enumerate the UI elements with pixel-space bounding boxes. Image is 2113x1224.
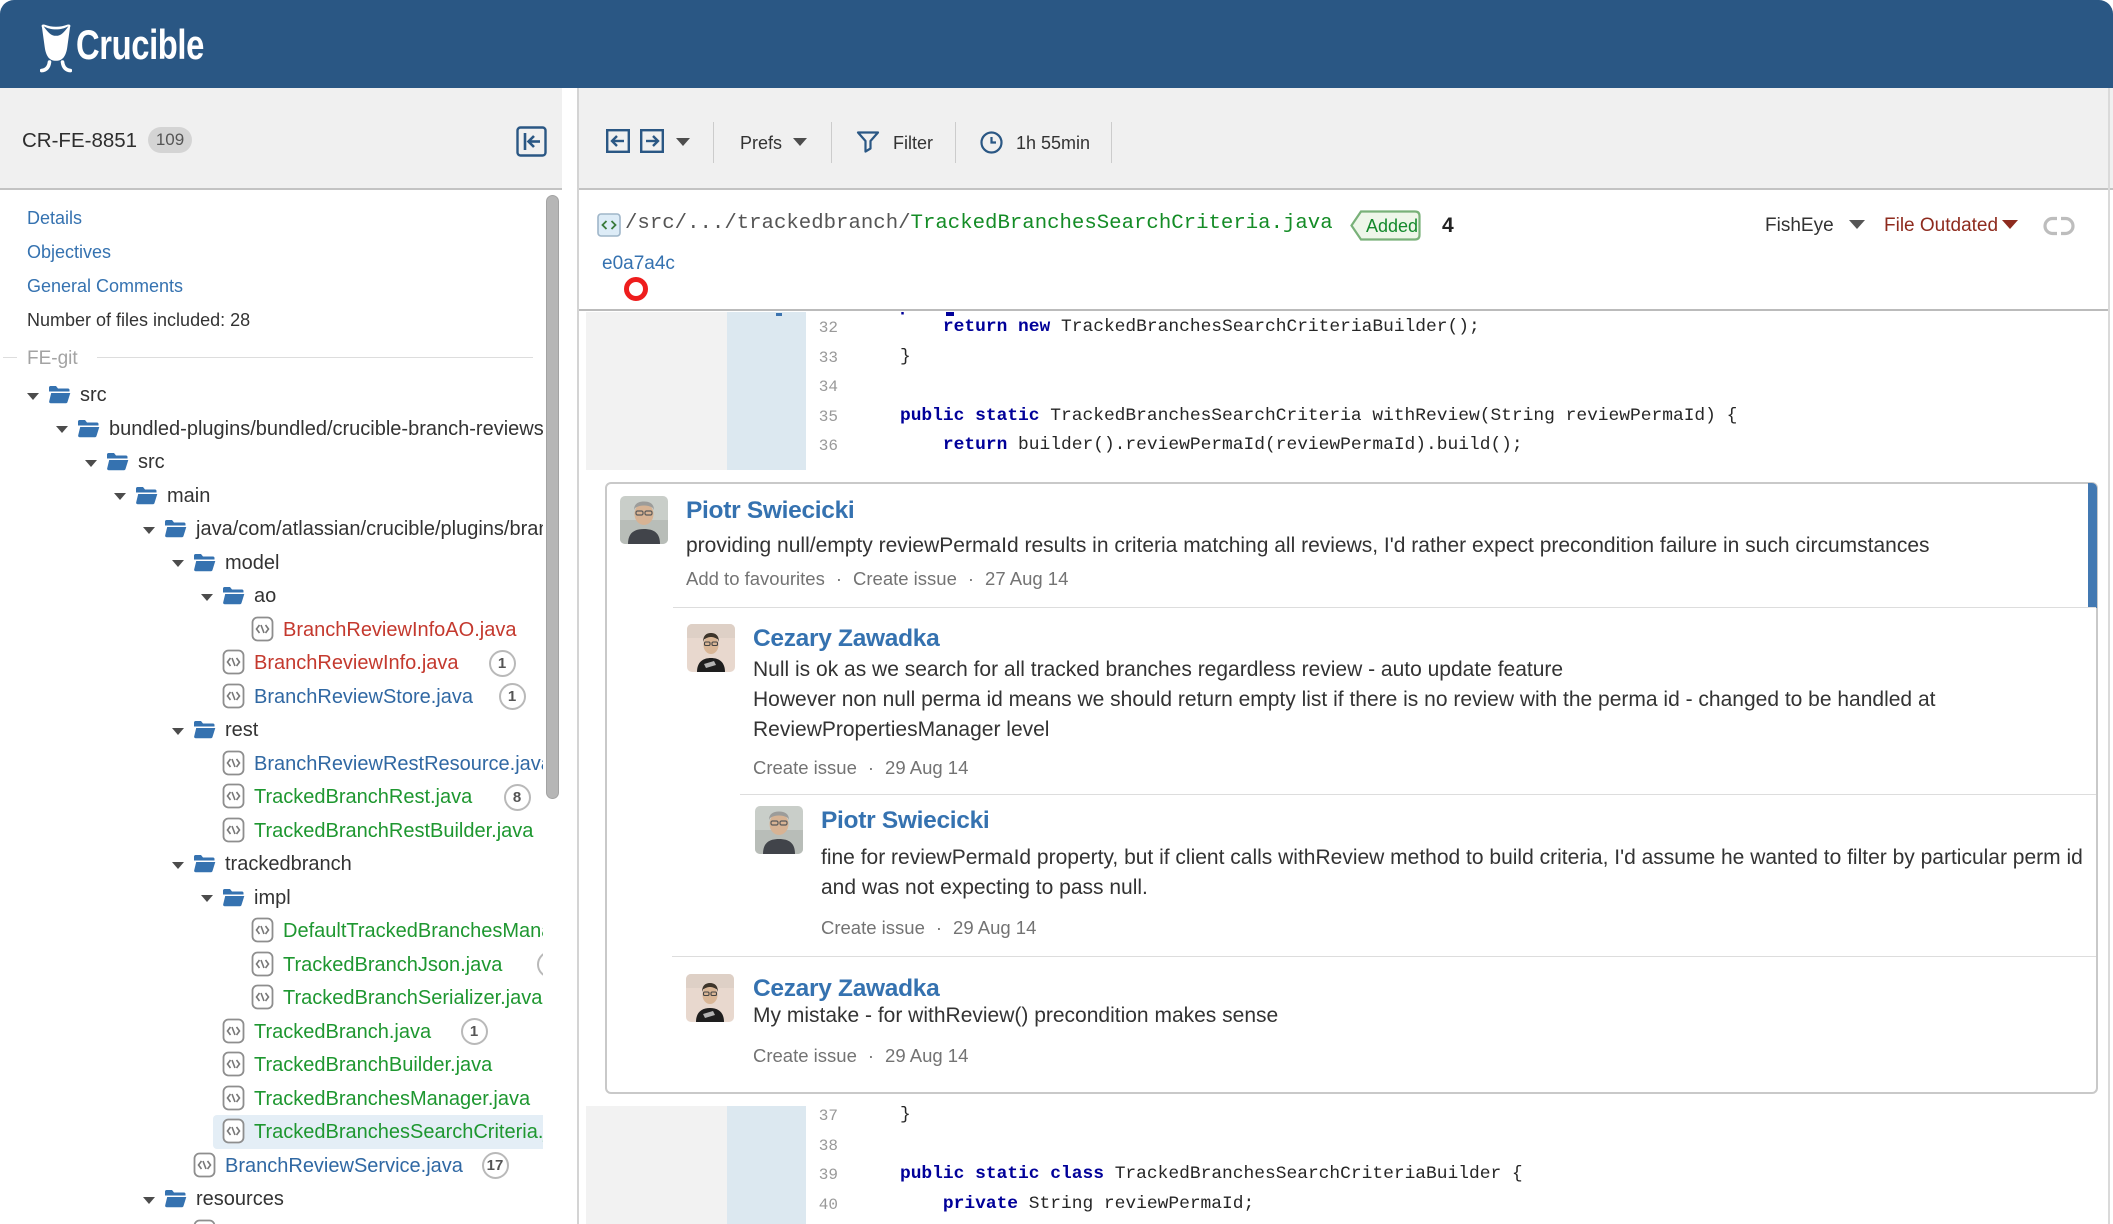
svg-text:Added: Added — [1366, 216, 1418, 236]
